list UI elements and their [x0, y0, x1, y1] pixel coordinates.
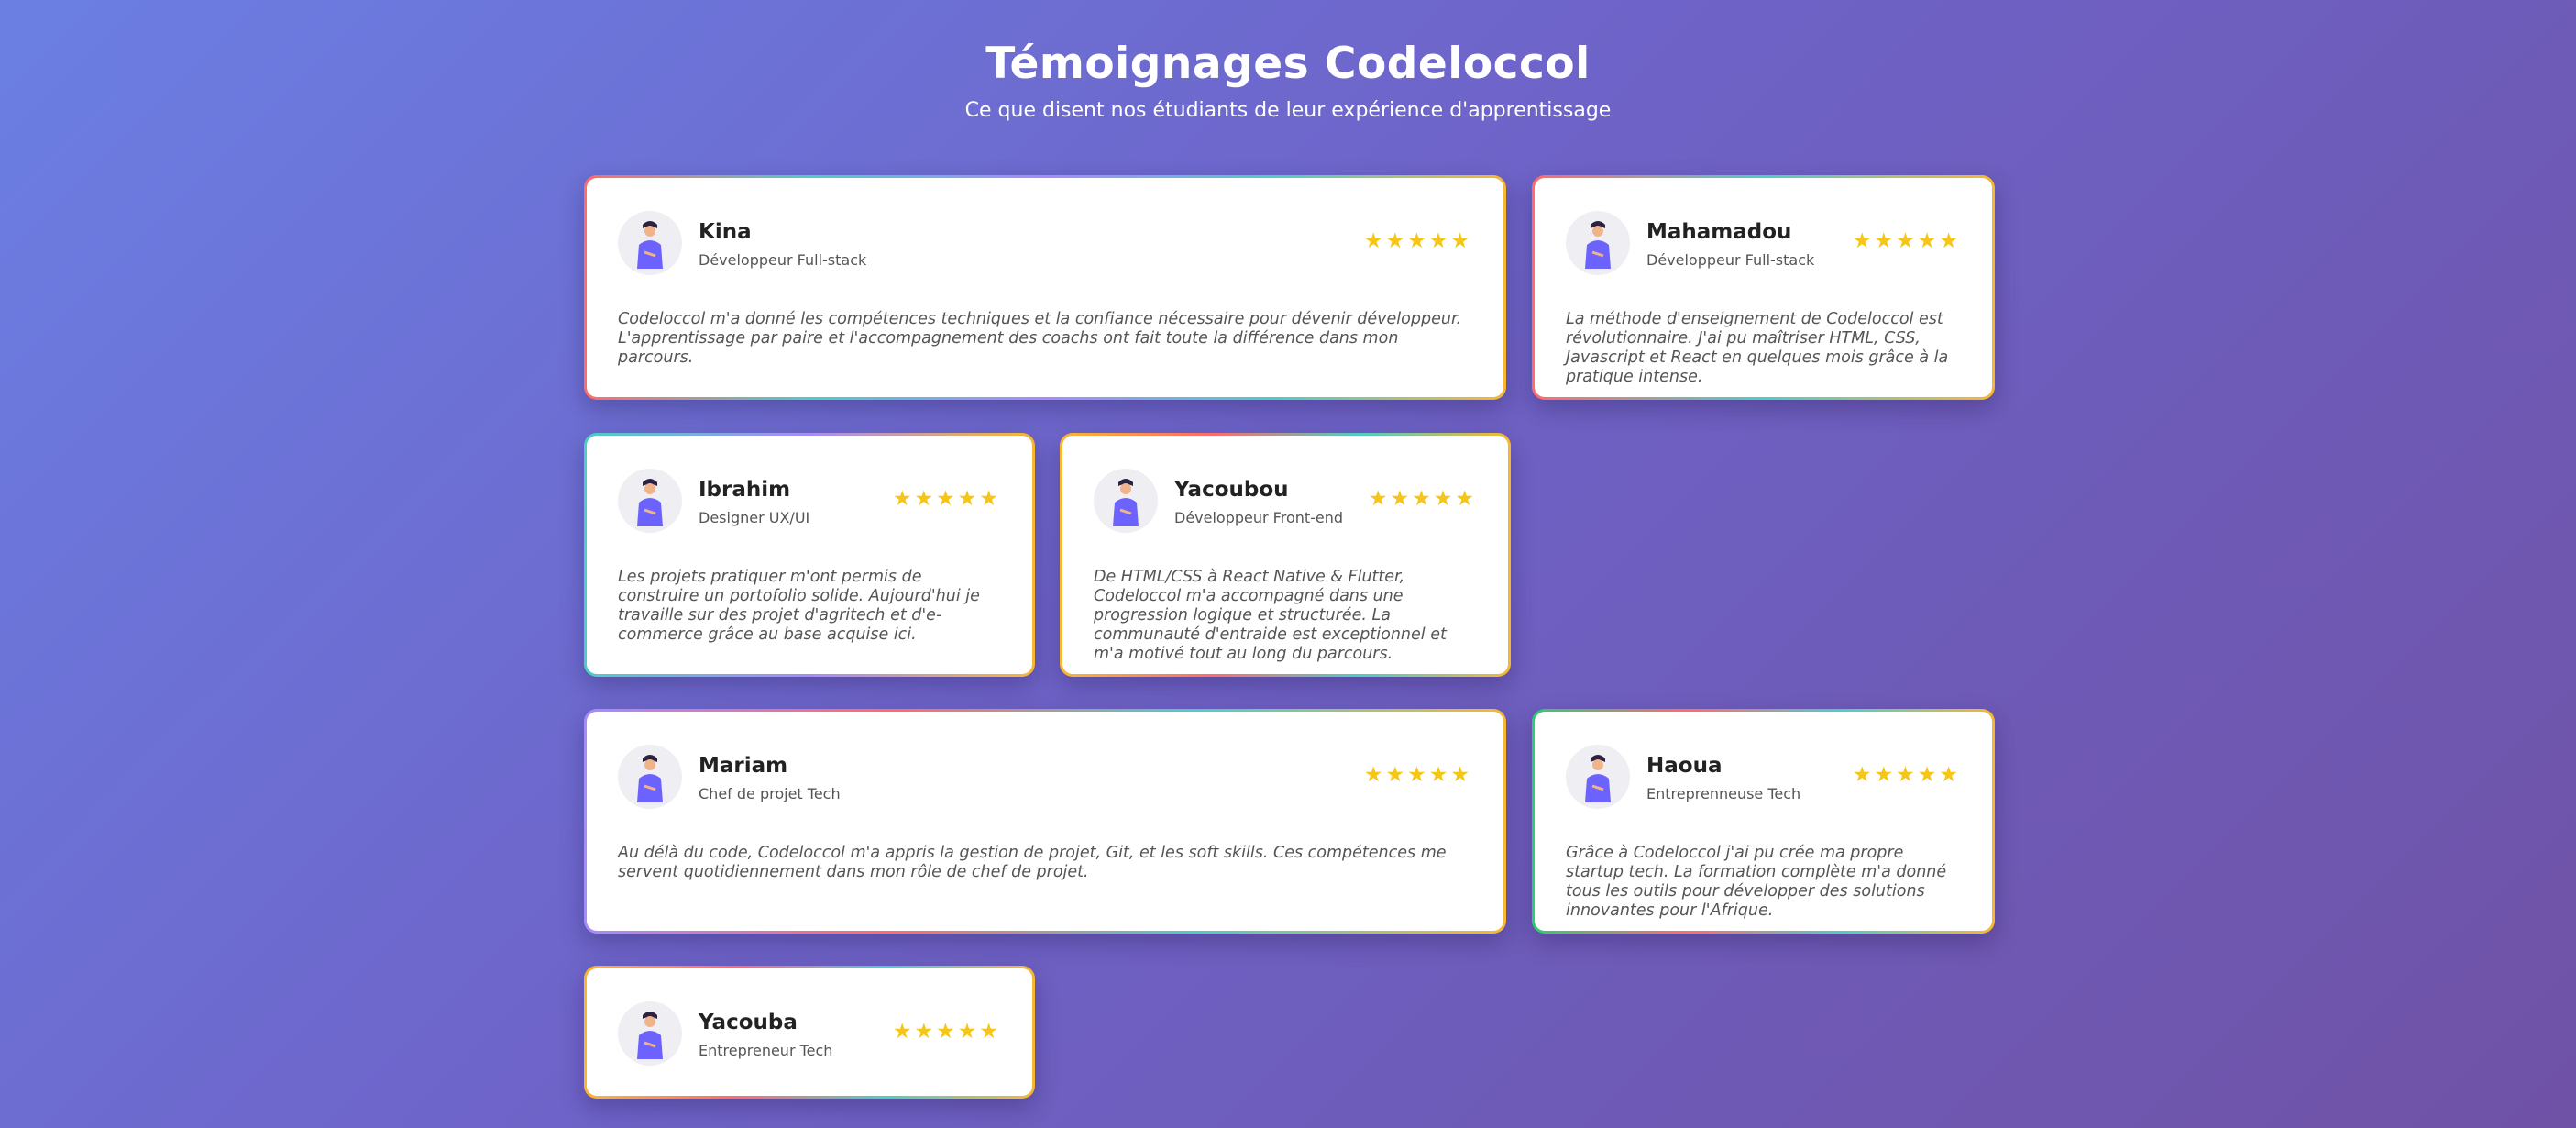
rating-stars: ★★★★★: [1852, 229, 1961, 253]
avatar: [1094, 469, 1158, 533]
rating-stars: ★★★★★: [1852, 763, 1961, 787]
page-header: Témoignages Codeloccol Ce que disent nos…: [0, 37, 2576, 122]
rating-stars: ★★★★★: [1363, 229, 1472, 253]
avatar: [618, 745, 682, 809]
testimonial-name: Mariam: [699, 753, 788, 778]
avatar: [618, 469, 682, 533]
avatar: [1566, 745, 1630, 809]
avatar: [618, 1001, 682, 1066]
person-avatar-icon: [637, 479, 663, 526]
testimonial-card-body: Mariam Chef de projet Tech ★★★★★ Au délà…: [587, 712, 1503, 931]
person-avatar-icon: [637, 1012, 663, 1059]
person-avatar-icon: [637, 755, 663, 802]
person-avatar-icon: [1585, 221, 1611, 269]
testimonial-card-body: Yacoubou Développeur Front-end ★★★★★ De …: [1062, 436, 1508, 674]
testimonial-card-body: Ibrahim Designer UX/UI ★★★★★ Les projets…: [587, 436, 1032, 674]
rating-stars: ★★★★★: [1368, 487, 1477, 511]
page-title: Témoignages Codeloccol: [985, 39, 1591, 89]
testimonial-name: Ibrahim: [699, 477, 791, 502]
testimonial-name: Haoua: [1646, 753, 1723, 778]
testimonial-role: Chef de projet Tech: [699, 784, 841, 802]
testimonial-card: Mariam Chef de projet Tech ★★★★★ Au délà…: [584, 709, 1506, 934]
person-avatar-icon: [637, 221, 663, 269]
testimonial-text: Grâce à Codeloccol j'ai pu crée ma propr…: [1566, 844, 1947, 920]
testimonial-card: Yacouba Entrepreneur Tech ★★★★★: [584, 966, 1035, 1099]
person-avatar-icon: [1113, 479, 1139, 526]
person-avatar-icon: [1585, 755, 1611, 802]
avatar: [1566, 211, 1630, 275]
testimonial-role: Entrepreneur Tech: [699, 1041, 833, 1059]
rating-stars: ★★★★★: [892, 1020, 1001, 1044]
testimonial-text: Codeloccol m'a donné les compétences tec…: [618, 310, 1462, 367]
testimonial-card: Yacoubou Développeur Front-end ★★★★★ De …: [1060, 433, 1511, 677]
testimonial-card: Ibrahim Designer UX/UI ★★★★★ Les projets…: [584, 433, 1035, 677]
testimonial-name: Kina: [699, 219, 752, 244]
testimonial-card-body: Mahamadou Développeur Full-stack ★★★★★ L…: [1535, 178, 1992, 397]
testimonial-card-body: Haoua Entreprenneuse Tech ★★★★★ Grâce à …: [1535, 712, 1992, 931]
testimonial-role: Entreprenneuse Tech: [1646, 784, 1801, 802]
testimonial-role: Développeur Full-stack: [1646, 250, 1815, 269]
page-subtitle: Ce que disent nos étudiants de leur expé…: [964, 99, 1612, 122]
testimonial-role: Développeur Front-end: [1174, 508, 1344, 526]
testimonial-card: Kina Développeur Full-stack ★★★★★ Codelo…: [584, 175, 1506, 400]
testimonial-text: De HTML/CSS à React Native & Flutter, Co…: [1094, 568, 1447, 663]
testimonial-name: Yacoubou: [1174, 477, 1289, 502]
testimonial-name: Yacouba: [699, 1010, 798, 1034]
rating-stars: ★★★★★: [892, 487, 1001, 511]
testimonial-name: Mahamadou: [1646, 219, 1792, 244]
avatar: [618, 211, 682, 275]
testimonial-card-body: Kina Développeur Full-stack ★★★★★ Codelo…: [587, 178, 1503, 397]
testimonial-role: Développeur Full-stack: [699, 250, 867, 269]
testimonial-text: La méthode d'enseignement de Codeloccol …: [1566, 310, 1949, 386]
testimonial-text: Au délà du code, Codeloccol m'a appris l…: [618, 844, 1447, 881]
rating-stars: ★★★★★: [1363, 763, 1472, 787]
testimonial-card-body: Yacouba Entrepreneur Tech ★★★★★: [587, 968, 1032, 1096]
testimonial-card: Mahamadou Développeur Full-stack ★★★★★ L…: [1532, 175, 1995, 400]
testimonial-role: Designer UX/UI: [699, 508, 810, 526]
testimonial-card: Haoua Entreprenneuse Tech ★★★★★ Grâce à …: [1532, 709, 1995, 934]
testimonial-text: Les projets pratiquer m'ont permis de co…: [618, 568, 980, 644]
